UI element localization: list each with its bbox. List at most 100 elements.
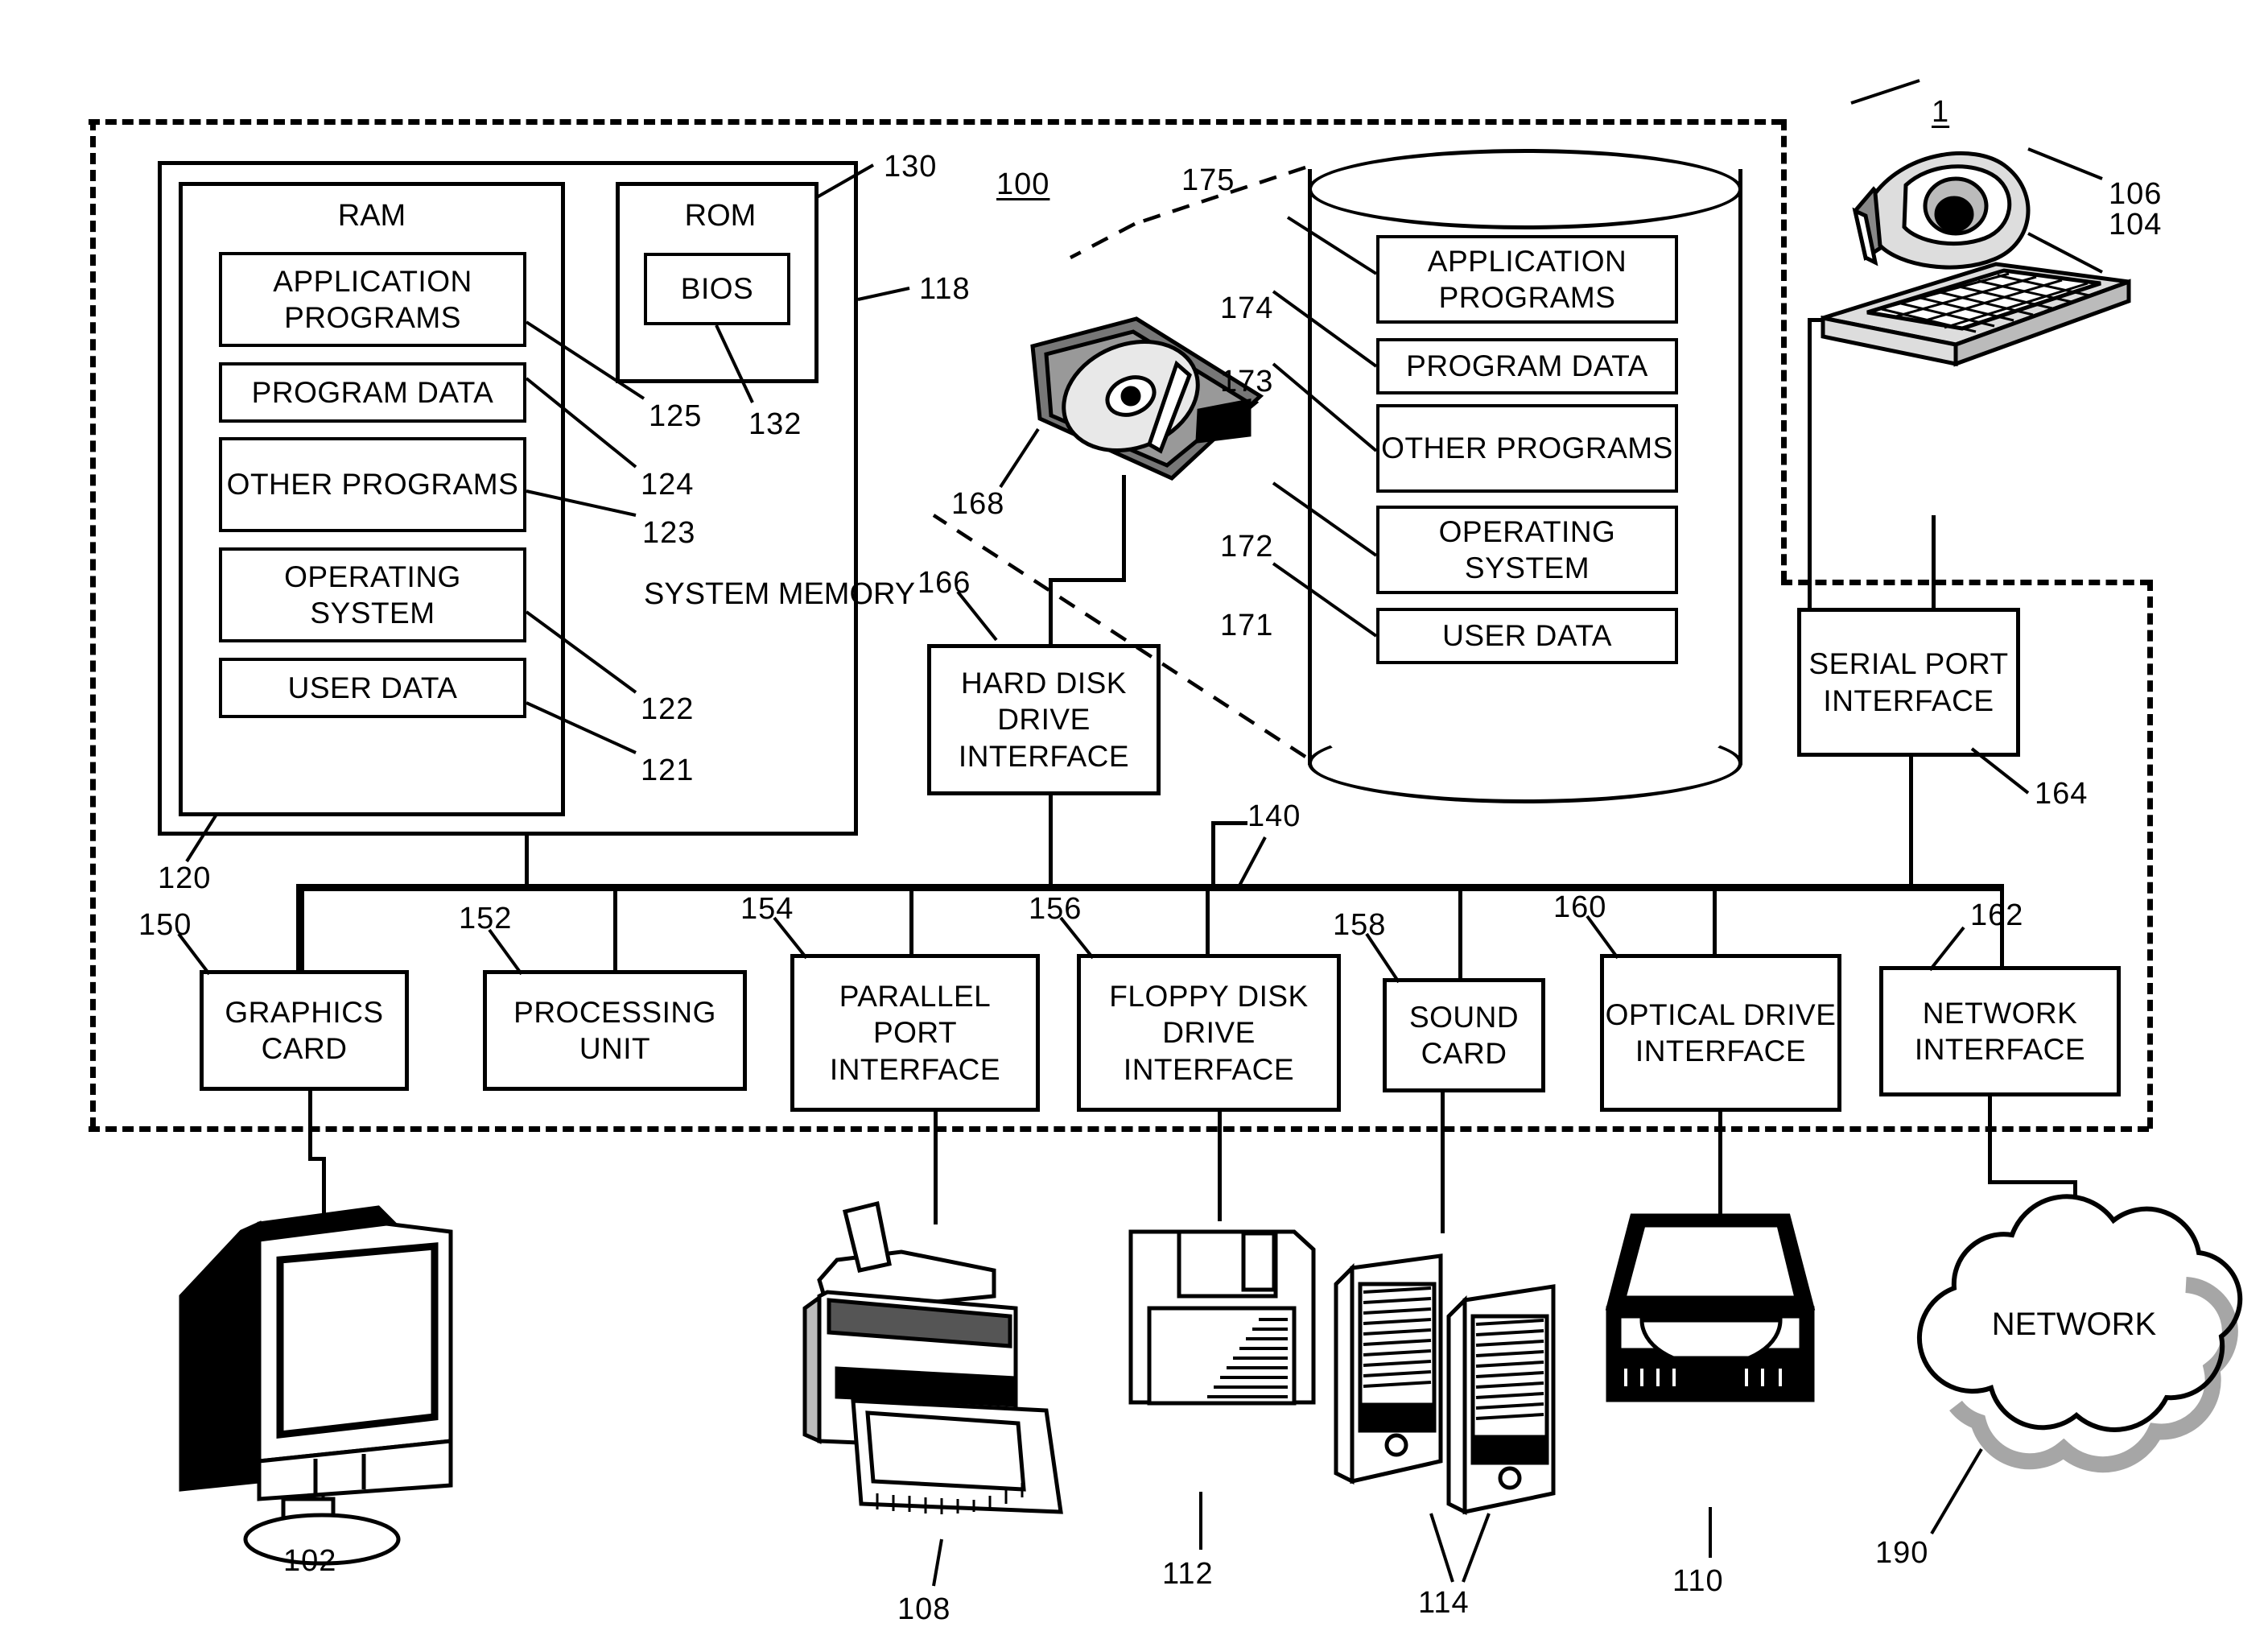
ram-item-label: USER DATA <box>287 671 458 704</box>
mass-storage-bus-elbow <box>1211 821 1247 825</box>
network-interface-to-cloud-v1 <box>1988 1096 1992 1183</box>
storage-item-other-programs: OTHER PROGRAMS <box>1376 404 1678 493</box>
hdd-interface-to-disk-v2 <box>1122 475 1126 581</box>
leader-152 <box>488 928 523 976</box>
floppy-disk-drive-interface-box: FLOPPY DISK DRIVE INTERFACE <box>1077 954 1341 1112</box>
ref-162: 162 <box>1970 898 2024 932</box>
processing-unit-box: PROCESSING UNIT <box>483 970 747 1091</box>
leader-figure-1 <box>1850 79 1920 105</box>
dashed-callout-upper-2 <box>1069 222 1136 259</box>
mass-storage-cylinder-bottom <box>1308 723 1742 803</box>
ref-125: 125 <box>649 399 703 433</box>
bus-drop-graphics-card <box>300 884 304 972</box>
leader-140 <box>1238 836 1267 886</box>
ref-150: 150 <box>138 908 192 942</box>
ref-171: 171 <box>1220 609 1274 642</box>
figure-number-label: 1 <box>1932 95 1950 129</box>
leader-114a <box>1429 1513 1454 1583</box>
system-boundary-top-left <box>89 119 1783 125</box>
graphics-card-to-monitor-v <box>308 1091 312 1160</box>
system-memory-bus-drop <box>525 836 529 886</box>
leader-162 <box>1928 926 1965 972</box>
storage-item-application-programs: APPLICATION PROGRAMS <box>1376 235 1678 324</box>
mass-storage-bus-drop <box>1211 821 1215 886</box>
storage-item-program-data: PROGRAM DATA <box>1376 338 1678 394</box>
leader-104 <box>2027 232 2103 274</box>
floppy-disk-icon <box>1128 1229 1316 1406</box>
storage-item-label: APPLICATION PROGRAMS <box>1427 244 1627 314</box>
hard-disk-drive-interface-box: HARD DISK DRIVE INTERFACE <box>927 644 1161 795</box>
ref-158: 158 <box>1333 908 1387 942</box>
network-interface-box: NETWORK INTERFACE <box>1879 966 2121 1096</box>
ram-label: RAM <box>337 199 406 233</box>
patent-figure-canvas: SYSTEM MEMORY RAM APPLICATION PROGRAMS P… <box>0 0 2268 1627</box>
ref-132: 132 <box>748 407 802 441</box>
optical-drive-interface-box: OPTICAL DRIVE INTERFACE <box>1600 954 1841 1112</box>
bus-drop-optical-drive <box>1713 884 1717 956</box>
bios-label: BIOS <box>680 272 754 306</box>
system-boundary-right-lower <box>2147 580 2153 1129</box>
ref-164: 164 <box>2035 777 2089 811</box>
sound-card-box: SOUND CARD <box>1383 978 1545 1092</box>
system-bus <box>296 884 2004 891</box>
ref-120: 120 <box>158 861 212 895</box>
ref-123: 123 <box>642 516 696 550</box>
hard-disk-drive-icon <box>1030 316 1264 481</box>
serial-port-to-keyboard <box>1932 515 1936 610</box>
floppy-interface-to-disk <box>1218 1112 1222 1221</box>
ram-item-user-data: USER DATA <box>219 658 526 718</box>
system-boundary-right-upper <box>1781 119 1787 582</box>
bus-drop-sound-card <box>1458 884 1462 981</box>
ref-114: 114 <box>1418 1586 1470 1620</box>
bus-drop-processing-unit <box>613 884 617 972</box>
ram-item-label: OTHER PROGRAMS <box>226 468 519 502</box>
bus-drop-parallel-port <box>909 884 913 956</box>
storage-item-user-data: USER DATA <box>1376 608 1678 664</box>
parallel-port-interface-label: PARALLEL PORT INTERFACE <box>829 980 1001 1086</box>
ram-item-operating-system: OPERATING SYSTEM <box>219 547 526 642</box>
rom-label: ROM <box>684 199 757 233</box>
ref-121: 121 <box>641 754 695 787</box>
hdd-interface-to-disk-h <box>1049 578 1126 582</box>
ref-108: 108 <box>897 1592 951 1626</box>
ref-175: 175 <box>1181 163 1235 197</box>
graphics-card-label: GRAPHICS CARD <box>225 995 384 1065</box>
ref-154: 154 <box>740 892 794 926</box>
hdd-interface-bus-drop <box>1049 795 1053 886</box>
ref-122: 122 <box>641 692 695 726</box>
storage-item-label: USER DATA <box>1442 619 1612 653</box>
floppy-disk-drive-interface-label: FLOPPY DISK DRIVE INTERFACE <box>1109 980 1309 1086</box>
ref-156: 156 <box>1029 892 1082 926</box>
serial-port-to-mouse-h <box>1808 318 1870 322</box>
ram-item-label: OPERATING SYSTEM <box>284 560 461 630</box>
ref-124: 124 <box>641 468 695 502</box>
ram-item-program-data: PROGRAM DATA <box>219 362 526 423</box>
network-interface-label: NETWORK INTERFACE <box>1914 996 2086 1066</box>
monitor-icon <box>179 1205 453 1566</box>
storage-item-label: OTHER PROGRAMS <box>1381 432 1673 465</box>
ref-174: 174 <box>1220 291 1274 325</box>
ref-160: 160 <box>1553 890 1607 924</box>
mouse-icon <box>1852 151 2031 270</box>
ref-102: 102 <box>283 1544 337 1578</box>
ref-166: 166 <box>918 566 971 600</box>
leader-114b <box>1462 1513 1491 1583</box>
ram-item-application-programs: APPLICATION PROGRAMS <box>219 252 526 347</box>
leader-102 <box>320 1480 325 1538</box>
bios-box: BIOS <box>644 253 790 325</box>
ref-112: 112 <box>1162 1557 1214 1591</box>
sound-card-label: SOUND CARD <box>1408 1000 1520 1070</box>
leader-118 <box>857 287 910 301</box>
storage-item-label: PROGRAM DATA <box>1406 349 1648 383</box>
parallel-port-to-printer <box>934 1112 938 1224</box>
ram-item-label: PROGRAM DATA <box>251 375 494 409</box>
bus-drop-floppy-disk <box>1206 884 1210 956</box>
graphics-card-box: GRAPHICS CARD <box>200 970 409 1091</box>
ref-118: 118 <box>919 272 971 306</box>
monitor-cable <box>322 1157 326 1221</box>
bus-label-140: 140 <box>1247 799 1301 833</box>
ref-106: 106 <box>2109 177 2163 211</box>
ram-item-label: APPLICATION PROGRAMS <box>273 264 472 334</box>
hard-disk-drive-interface-label: HARD DISK DRIVE INTERFACE <box>958 667 1130 773</box>
leader-108 <box>932 1538 943 1587</box>
